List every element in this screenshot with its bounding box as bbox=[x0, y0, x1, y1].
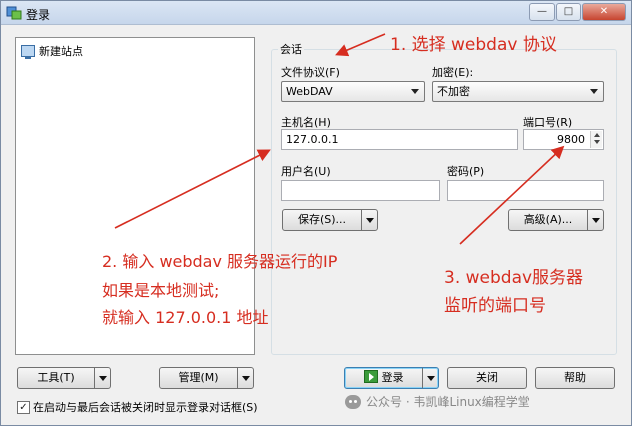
show-login-checkbox-row[interactable]: ✓ 在启动与最后会话被关闭时显示登录对话框(S) bbox=[17, 399, 258, 415]
host-input[interactable]: 127.0.0.1 bbox=[281, 129, 518, 150]
port-spinner[interactable] bbox=[590, 131, 602, 148]
annotation-step1: 1. 选择 webdav 协议 bbox=[390, 35, 557, 55]
manage-button-label: 管理(M) bbox=[178, 371, 219, 384]
user-input[interactable] bbox=[281, 180, 440, 201]
login-dialog: 登录 — □ ✕ 新建站点 会话 文件协议(F) WebDAV 加密(E): 不… bbox=[0, 0, 632, 426]
login-icon bbox=[363, 370, 378, 383]
tools-button-label: 工具(T) bbox=[37, 371, 75, 384]
help-button[interactable]: 帮助 bbox=[535, 367, 615, 389]
chevron-down-icon[interactable] bbox=[237, 368, 253, 388]
password-label: 密码(P) bbox=[447, 165, 485, 178]
login-button-label: 登录 bbox=[381, 371, 404, 384]
tree-item-new-site[interactable]: 新建站点 bbox=[21, 43, 83, 59]
login-button[interactable]: 登录 bbox=[344, 367, 439, 389]
computer-icon bbox=[21, 45, 35, 59]
tools-button[interactable]: 工具(T) bbox=[17, 367, 111, 389]
chevron-down-icon bbox=[411, 89, 419, 94]
app-icon bbox=[6, 6, 22, 20]
host-value: 127.0.0.1 bbox=[286, 133, 339, 146]
show-login-checkbox[interactable]: ✓ bbox=[17, 400, 30, 414]
advanced-button[interactable]: 高级(A)... bbox=[508, 209, 604, 231]
user-label: 用户名(U) bbox=[281, 165, 331, 178]
save-button-label: 保存(S)... bbox=[297, 213, 347, 226]
chevron-down-icon[interactable] bbox=[587, 210, 603, 230]
minimize-button[interactable]: — bbox=[529, 3, 555, 21]
protocol-value: WebDAV bbox=[286, 85, 333, 98]
close-button-label: 关闭 bbox=[476, 371, 498, 384]
port-input[interactable]: 9800 bbox=[523, 129, 604, 150]
annotation-step2-line1: 2. 输入 webdav 服务器运行的IP bbox=[102, 252, 338, 271]
title-bar: 登录 — □ ✕ bbox=[1, 1, 631, 25]
encryption-label: 加密(E): bbox=[432, 66, 474, 79]
host-label: 主机名(H) bbox=[281, 116, 331, 129]
password-input[interactable] bbox=[447, 180, 604, 201]
chevron-down-icon[interactable] bbox=[94, 368, 110, 388]
maximize-button[interactable]: □ bbox=[556, 3, 581, 21]
protocol-select[interactable]: WebDAV bbox=[281, 81, 425, 102]
window-title: 登录 bbox=[26, 8, 51, 22]
annotation-step2-line3: 就输入 127.0.0.1 地址 bbox=[102, 308, 269, 327]
annotation-step2-line2: 如果是本地测试; bbox=[102, 281, 220, 300]
close-icon: ✕ bbox=[599, 6, 609, 17]
session-group-label: 会话 bbox=[278, 41, 304, 57]
help-button-label: 帮助 bbox=[564, 371, 586, 384]
show-login-checkbox-label[interactable]: 在启动与最后会话被关闭时显示登录对话框(S) bbox=[33, 399, 258, 415]
port-label: 端口号(R) bbox=[523, 116, 573, 129]
wechat-icon bbox=[345, 394, 361, 409]
advanced-button-label: 高级(A)... bbox=[523, 213, 573, 226]
minimize-icon: — bbox=[537, 6, 547, 17]
tree-item-label: 新建站点 bbox=[39, 45, 83, 58]
spinner-down-icon[interactable] bbox=[593, 140, 600, 144]
maximize-icon: □ bbox=[563, 6, 574, 17]
chevron-down-icon[interactable] bbox=[422, 368, 438, 388]
annotation-step3-line1: 3. webdav服务器 bbox=[444, 268, 584, 288]
annotation-step3-line2: 监听的端口号 bbox=[444, 296, 546, 316]
spinner-up-icon[interactable] bbox=[593, 133, 600, 137]
encryption-value: 不加密 bbox=[437, 85, 470, 98]
chevron-down-icon bbox=[590, 89, 598, 94]
watermark-text: 公众号 · 韦凯峰Linux编程学堂 bbox=[366, 395, 530, 409]
manage-button[interactable]: 管理(M) bbox=[159, 367, 254, 389]
close-button[interactable]: 关闭 bbox=[447, 367, 527, 389]
close-window-button[interactable]: ✕ bbox=[582, 3, 626, 21]
save-button[interactable]: 保存(S)... bbox=[282, 209, 378, 231]
chevron-down-icon[interactable] bbox=[361, 210, 377, 230]
protocol-label: 文件协议(F) bbox=[281, 66, 340, 79]
encryption-select[interactable]: 不加密 bbox=[432, 81, 604, 102]
port-value: 9800 bbox=[557, 133, 585, 146]
watermark: 公众号 · 韦凯峰Linux编程学堂 bbox=[345, 393, 530, 410]
